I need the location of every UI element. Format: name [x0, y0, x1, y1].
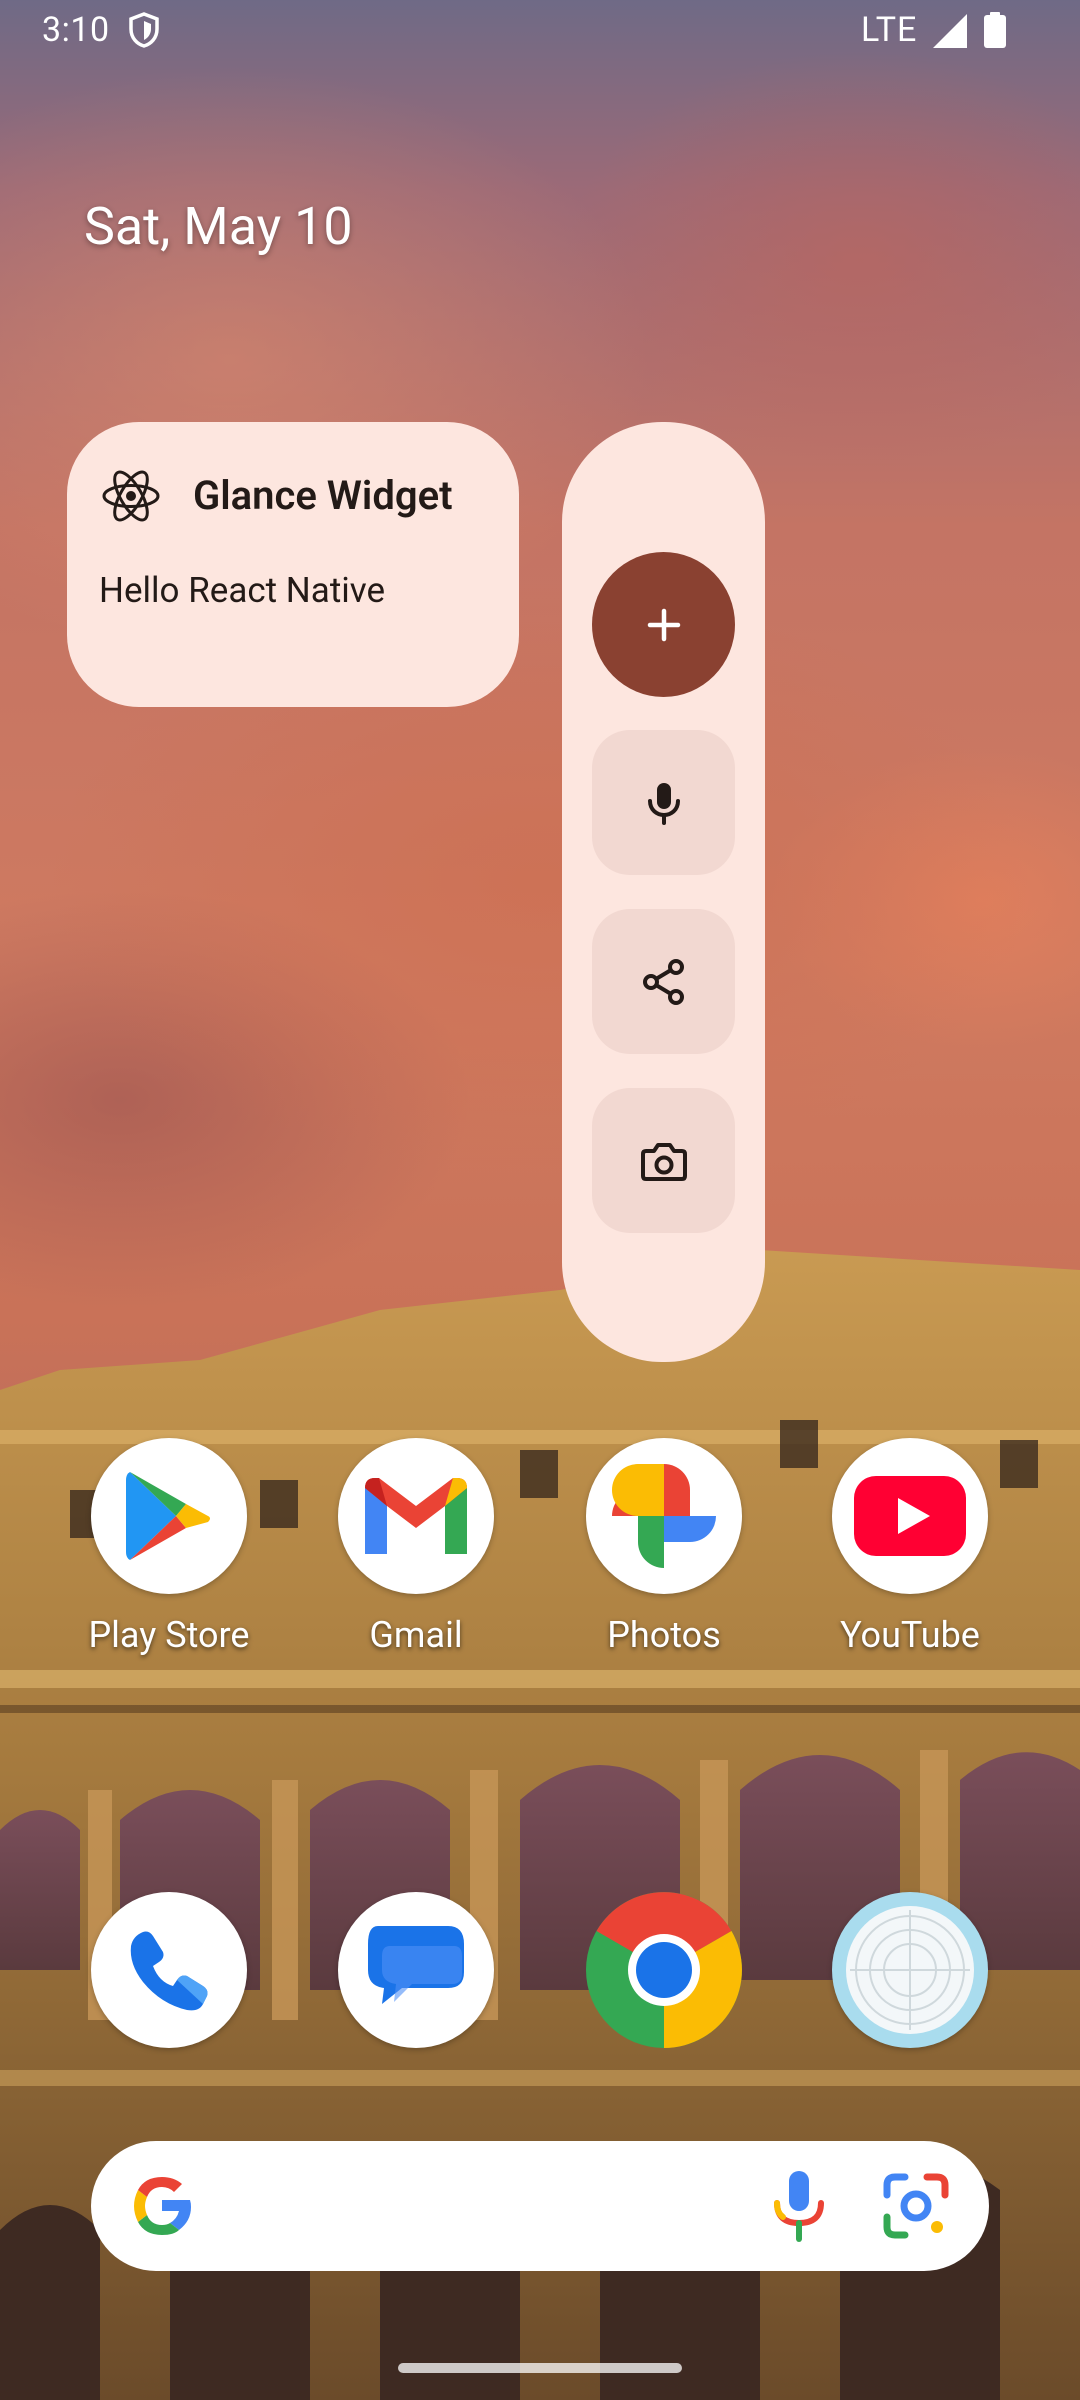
- google-search-bar[interactable]: [91, 2141, 989, 2271]
- date-widget[interactable]: Sat, May 10: [84, 196, 353, 257]
- camera-button[interactable]: [592, 1088, 735, 1233]
- signal-icon: [933, 14, 967, 48]
- app-label: YouTube: [840, 1614, 980, 1656]
- status-time: 3:10: [42, 10, 110, 50]
- navigation-handle[interactable]: [398, 2363, 682, 2373]
- react-icon: [102, 470, 160, 522]
- app-camera[interactable]: [810, 1892, 1010, 2048]
- lens-icon[interactable]: [881, 2171, 951, 2241]
- youtube-icon: [832, 1438, 988, 1594]
- app-messages[interactable]: [316, 1892, 516, 2048]
- app-play-store[interactable]: Play Store: [69, 1438, 269, 1656]
- google-logo-icon: [134, 2177, 191, 2235]
- share-icon: [642, 958, 684, 1005]
- chrome-icon: [586, 1892, 742, 2048]
- play-store-icon: [91, 1438, 247, 1594]
- app-chrome[interactable]: [564, 1892, 764, 2048]
- app-label: Play Store: [88, 1614, 250, 1656]
- add-button[interactable]: [592, 552, 735, 697]
- photos-icon: [586, 1438, 742, 1594]
- network-type: LTE: [861, 10, 918, 50]
- phone-icon: [91, 1892, 247, 2048]
- plus-icon: [647, 608, 680, 641]
- glance-widget-text: Hello React Native: [99, 570, 386, 611]
- voice-search-icon[interactable]: [763, 2169, 835, 2243]
- shield-icon: [129, 12, 159, 48]
- camera-app-icon: [832, 1892, 988, 2048]
- status-bar: 3:10 LTE: [0, 0, 1080, 64]
- glance-widget[interactable]: Glance Widget Hello React Native: [67, 422, 519, 707]
- battery-icon: [984, 12, 1006, 48]
- gmail-icon: [338, 1438, 494, 1594]
- app-youtube[interactable]: YouTube: [810, 1438, 1010, 1656]
- app-gmail[interactable]: Gmail: [316, 1438, 516, 1656]
- voice-button[interactable]: [592, 730, 735, 875]
- camera-icon: [640, 1142, 687, 1181]
- messages-icon: [338, 1892, 494, 2048]
- share-button[interactable]: [592, 909, 735, 1054]
- app-photos[interactable]: Photos: [564, 1438, 764, 1656]
- action-widget: [562, 422, 765, 1362]
- app-label: Gmail: [369, 1614, 463, 1656]
- app-label: Photos: [607, 1614, 721, 1656]
- glance-widget-title: Glance Widget: [193, 472, 453, 519]
- mic-icon: [647, 782, 680, 825]
- app-phone[interactable]: [69, 1892, 269, 2048]
